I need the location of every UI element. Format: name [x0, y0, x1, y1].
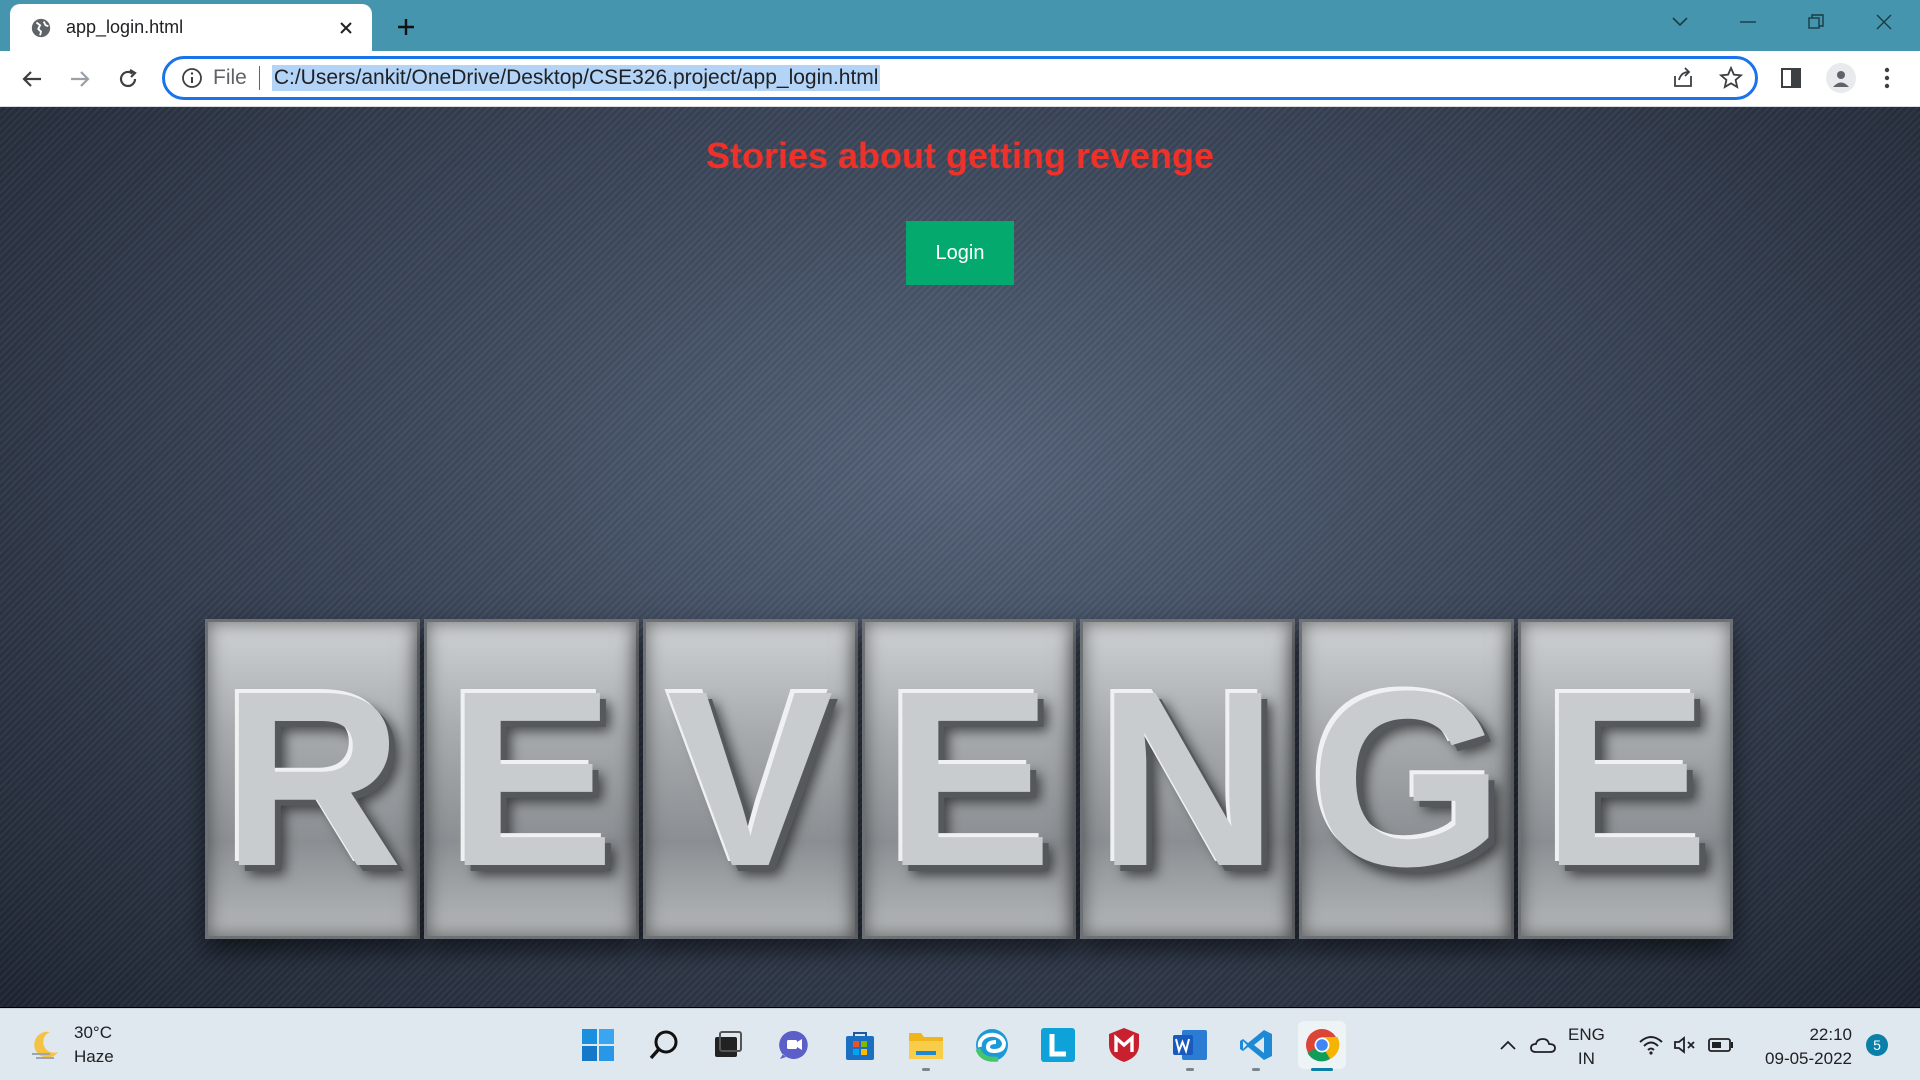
volume-muted-icon[interactable]	[1668, 1021, 1702, 1069]
weather-widget[interactable]: 30°C Haze	[28, 1021, 114, 1069]
l-app-icon[interactable]	[1034, 1021, 1082, 1069]
minimize-icon[interactable]	[1714, 0, 1782, 44]
page-headline: Stories about getting revenge	[705, 135, 1215, 176]
language-region: IN	[1577, 1049, 1595, 1068]
hero-letter: N	[1097, 639, 1279, 918]
share-icon[interactable]	[1670, 65, 1696, 91]
mcafee-icon[interactable]	[1100, 1021, 1148, 1069]
active-app-indicator	[1311, 1068, 1333, 1071]
hero-letter-block: E	[1518, 619, 1734, 939]
task-view-icon[interactable]	[704, 1021, 752, 1069]
address-divider	[258, 66, 260, 90]
battery-icon[interactable]	[1704, 1021, 1738, 1069]
wifi-icon[interactable]	[1634, 1021, 1668, 1069]
running-indicator	[1186, 1068, 1194, 1071]
side-panel-icon[interactable]	[1778, 65, 1804, 91]
vscode-icon[interactable]	[1232, 1021, 1280, 1071]
hero-letter-block: V	[642, 619, 858, 939]
close-tab-icon[interactable]	[334, 16, 358, 40]
tab-strip: app_login.html	[0, 0, 1920, 51]
start-icon[interactable]	[574, 1021, 622, 1069]
forward-icon[interactable]	[64, 63, 96, 95]
browser-toolbar: File C:/Users/ankit/OneDrive/Desktop/CSE…	[0, 51, 1920, 107]
hero-letter-block: G	[1299, 619, 1515, 939]
running-indicator	[922, 1068, 930, 1071]
restore-icon[interactable]	[1782, 0, 1850, 44]
search-icon[interactable]	[640, 1021, 688, 1069]
notification-count-badge[interactable]: 5	[1866, 1034, 1888, 1056]
tab-title: app_login.html	[66, 17, 184, 37]
hero-letter-block: E	[423, 619, 639, 939]
windows-taskbar: 30°C Haze ENG IN 22:10 09-05-2022	[0, 1008, 1920, 1080]
hero-letter: G	[1309, 639, 1504, 918]
close-window-icon[interactable]	[1850, 0, 1918, 44]
file-explorer-icon[interactable]	[902, 1021, 950, 1071]
web-page: Stories about getting revenge Login R E …	[0, 107, 1920, 1007]
hero-letter: E	[1542, 639, 1709, 918]
back-icon[interactable]	[16, 63, 48, 95]
bookmark-star-icon[interactable]	[1718, 65, 1744, 91]
weather-condition: Haze	[74, 1047, 114, 1066]
language-indicator[interactable]: ENG IN	[1568, 1023, 1605, 1071]
moon-haze-icon	[32, 1031, 58, 1059]
site-info-icon[interactable]	[181, 67, 203, 89]
clock-date: 09-05-2022	[1765, 1049, 1852, 1068]
clock[interactable]: 22:10 09-05-2022	[1752, 1023, 1852, 1071]
tab-search-icon[interactable]	[1646, 0, 1714, 44]
hero-letter: E	[885, 639, 1053, 918]
hero-letter-block: E	[861, 619, 1077, 939]
running-indicator	[1252, 1068, 1260, 1071]
address-bar[interactable]: File C:/Users/ankit/OneDrive/Desktop/CSE…	[162, 56, 1758, 100]
language-code: ENG	[1568, 1025, 1605, 1044]
new-tab-icon[interactable]	[390, 11, 422, 43]
hero-letter: E	[447, 639, 615, 918]
word-icon[interactable]	[1166, 1021, 1214, 1071]
chrome-icon[interactable]	[1298, 1021, 1346, 1071]
url-text[interactable]: C:/Users/ankit/OneDrive/Desktop/CSE326.p…	[271, 65, 881, 91]
clock-time: 22:10	[1809, 1025, 1852, 1044]
login-button[interactable]: Login	[906, 221, 1014, 285]
hero-letter: V	[666, 639, 834, 918]
hero-letter-block: N	[1080, 619, 1296, 939]
onedrive-cloud-icon[interactable]	[1526, 1021, 1560, 1069]
show-hidden-icons-chevron-icon[interactable]	[1494, 1021, 1522, 1069]
browser-tab[interactable]: app_login.html	[10, 4, 372, 51]
teams-chat-icon[interactable]	[770, 1021, 818, 1069]
hero-letter-block: R	[205, 619, 420, 939]
profile-avatar-icon[interactable]	[1826, 63, 1856, 93]
revenge-hero-image: R E V E N G E	[205, 619, 1734, 939]
scheme-label: File	[213, 66, 247, 89]
edge-browser-icon[interactable]	[968, 1021, 1016, 1069]
microsoft-store-icon[interactable]	[836, 1021, 884, 1069]
globe-icon	[31, 18, 51, 37]
weather-temp: 30°C	[74, 1023, 112, 1042]
more-menu-icon[interactable]	[1874, 65, 1900, 91]
reload-icon[interactable]	[112, 63, 144, 95]
hero-letter: R	[222, 639, 403, 918]
